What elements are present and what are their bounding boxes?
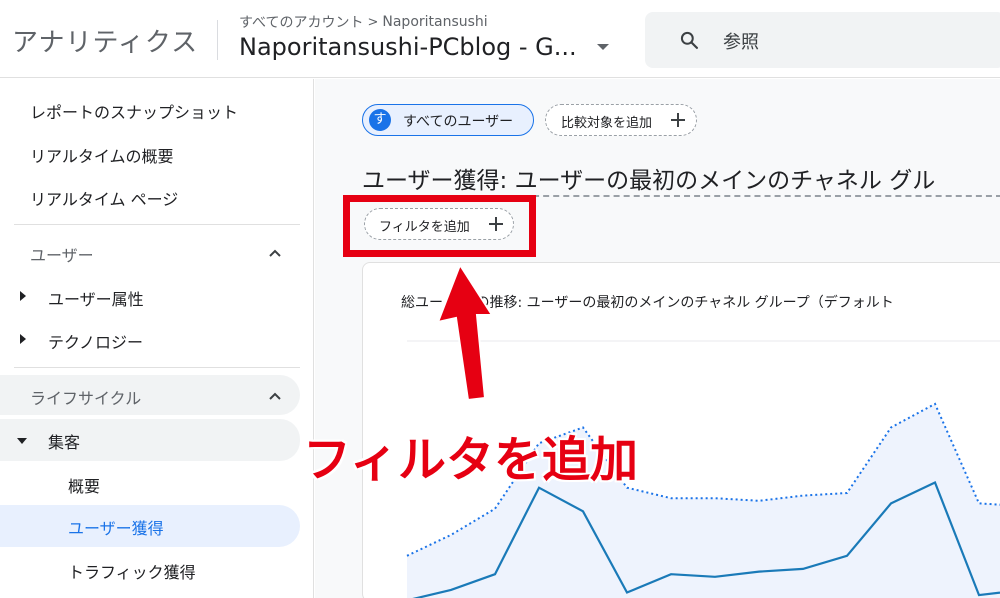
add-comparison-label: 比較対象を追加 bbox=[561, 116, 653, 131]
header-divider bbox=[217, 20, 218, 60]
main-content: す すべてのユーザー 比較対象を追加 ユーザー獲得: ユーザーの最初のメインのチ… bbox=[315, 79, 1000, 598]
collapse-arrow-icon bbox=[17, 438, 27, 444]
section-lifecycle-label: ライフサイクル bbox=[30, 389, 142, 408]
section-lifecycle-header[interactable]: ライフサイクル bbox=[0, 375, 300, 415]
sidebar-nav: レポートのスナップショット リアルタイムの概要 リアルタイム ページ ユーザー … bbox=[0, 79, 314, 598]
top-header: アナリティクス すべてのアカウント > Naporitansushi Napor… bbox=[0, 0, 1000, 78]
annotation-callout-text: フィルタを追加 bbox=[303, 432, 639, 488]
report-title[interactable]: ユーザー獲得: ユーザーの最初のメインのチャネル グル bbox=[362, 161, 935, 195]
annotation-arrow-icon bbox=[436, 262, 494, 402]
breadcrumb-child[interactable]: Naporitansushi bbox=[382, 14, 487, 30]
dropdown-caret-icon bbox=[596, 44, 609, 50]
plus-icon bbox=[671, 113, 685, 127]
chevron-up-icon bbox=[269, 249, 281, 257]
nav-user-attributes[interactable]: ユーザー属性 bbox=[48, 286, 144, 310]
app-title[interactable]: アナリティクス bbox=[12, 22, 198, 59]
nav-user-acquisition-active[interactable]: ユーザー獲得 bbox=[0, 505, 300, 547]
chevron-up-icon bbox=[269, 392, 281, 400]
segment-chip-all-users[interactable]: す すべてのユーザー bbox=[362, 104, 534, 136]
property-name: Naporitansushi-PCblog - G... bbox=[239, 33, 577, 61]
section-user-header[interactable]: ユーザー bbox=[0, 232, 300, 272]
nav-traffic-acquisition[interactable]: トラフィック獲得 bbox=[68, 559, 196, 583]
nav-technology[interactable]: テクノロジー bbox=[48, 329, 143, 353]
breadcrumb-parent[interactable]: すべてのアカウント bbox=[239, 12, 363, 32]
property-selector[interactable]: Naporitansushi-PCblog - G... bbox=[239, 33, 609, 61]
nav-acquisition-overview[interactable]: 概要 bbox=[68, 473, 100, 497]
add-comparison-button[interactable]: 比較対象を追加 bbox=[545, 104, 697, 136]
expand-arrow-icon[interactable] bbox=[20, 291, 26, 301]
search-label: 参照 bbox=[723, 32, 759, 53]
nav-user-acquisition-label: ユーザー獲得 bbox=[68, 519, 164, 538]
nav-acquisition-label: 集客 bbox=[48, 433, 81, 452]
segment-avatar: す bbox=[369, 109, 391, 131]
annotation-highlight-box bbox=[343, 195, 536, 257]
nav-realtime-overview[interactable]: リアルタイムの概要 bbox=[30, 143, 174, 167]
expand-arrow-icon[interactable] bbox=[20, 334, 26, 344]
sidebar-divider bbox=[14, 224, 300, 225]
search-icon bbox=[680, 31, 698, 50]
search-box[interactable]: 参照 bbox=[645, 12, 1000, 68]
nav-realtime-page[interactable]: リアルタイム ページ bbox=[30, 186, 178, 210]
nav-report-snapshot[interactable]: レポートのスナップショット bbox=[30, 99, 238, 123]
sidebar-divider bbox=[14, 367, 300, 368]
section-user-label: ユーザー bbox=[30, 246, 94, 265]
segment-chip-label: すべてのユーザー bbox=[403, 114, 514, 130]
nav-acquisition-group[interactable]: 集客 bbox=[0, 419, 300, 461]
breadcrumb-chevron-icon: > bbox=[367, 14, 379, 30]
breadcrumb[interactable]: すべてのアカウント > Naporitansushi bbox=[239, 12, 488, 32]
